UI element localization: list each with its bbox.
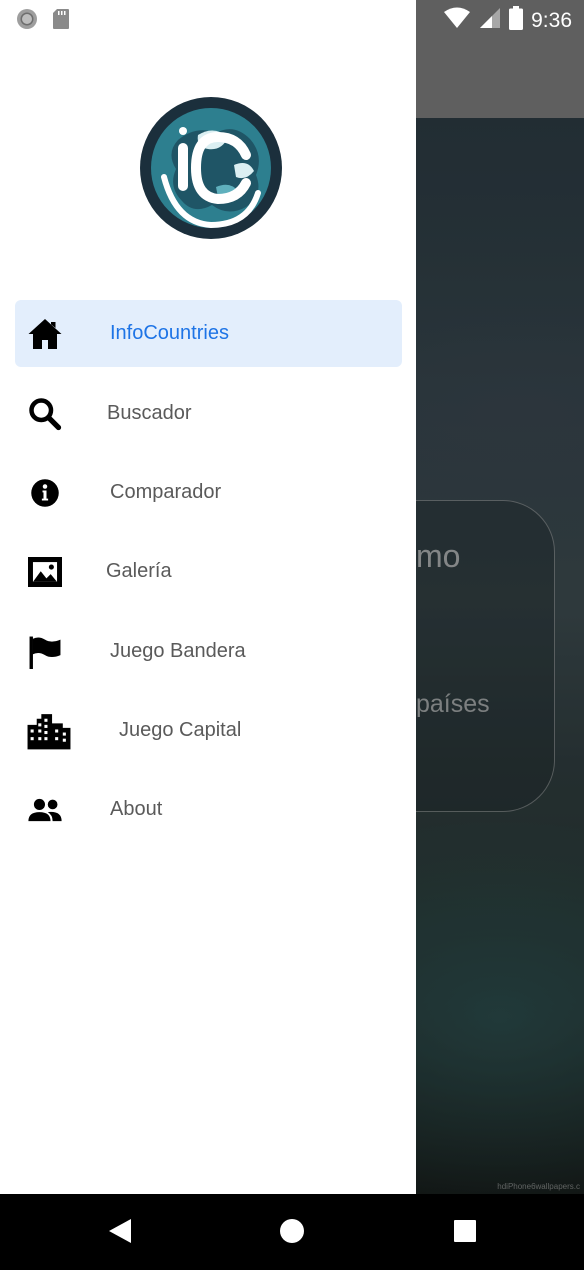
people-icon	[25, 790, 65, 830]
sync-circle-icon	[16, 8, 38, 35]
infocountries-logo	[138, 95, 284, 241]
system-nav-bar	[0, 1194, 584, 1270]
back-button[interactable]	[103, 1216, 137, 1250]
info-icon	[25, 473, 65, 513]
menu-item-buscador[interactable]: Buscador	[15, 380, 402, 447]
back-icon	[107, 1217, 133, 1250]
recents-button[interactable]	[448, 1216, 482, 1250]
menu-item-infocountries[interactable]: InfoCountries	[15, 300, 402, 367]
menu-item-label: Galería	[106, 560, 172, 582]
menu-item-label: About	[110, 798, 163, 820]
signal-icon	[479, 7, 501, 34]
menu-item-about[interactable]: About	[15, 776, 402, 843]
image-icon	[25, 552, 65, 592]
menu-item-galeria[interactable]: Galería	[15, 538, 402, 605]
menu-item-juego-capital[interactable]: Juego Capital	[15, 697, 402, 764]
search-icon	[25, 394, 65, 434]
city-icon	[25, 711, 73, 751]
menu-item-label: Juego Bandera	[110, 640, 246, 662]
recents-icon	[453, 1219, 477, 1248]
wifi-icon	[443, 7, 471, 34]
status-time: 9:36	[531, 8, 572, 32]
sd-card-icon	[52, 8, 70, 35]
home-icon	[25, 314, 65, 354]
menu-item-comparador[interactable]: Comparador	[15, 459, 402, 526]
home-button[interactable]	[275, 1216, 309, 1250]
menu-item-label: Comparador	[110, 481, 222, 503]
menu-item-label: InfoCountries	[110, 322, 229, 344]
menu-item-label: Juego Capital	[119, 719, 242, 741]
menu-item-label: Buscador	[107, 402, 192, 424]
flag-icon	[25, 632, 65, 672]
menu-item-juego-bandera[interactable]: Juego Bandera	[15, 618, 402, 685]
status-bar: 9:36	[0, 0, 584, 36]
battery-icon	[509, 6, 524, 35]
navigation-drawer: InfoCountries Buscador Comparador Galerí…	[0, 0, 416, 1194]
home-circle-icon	[279, 1218, 305, 1249]
